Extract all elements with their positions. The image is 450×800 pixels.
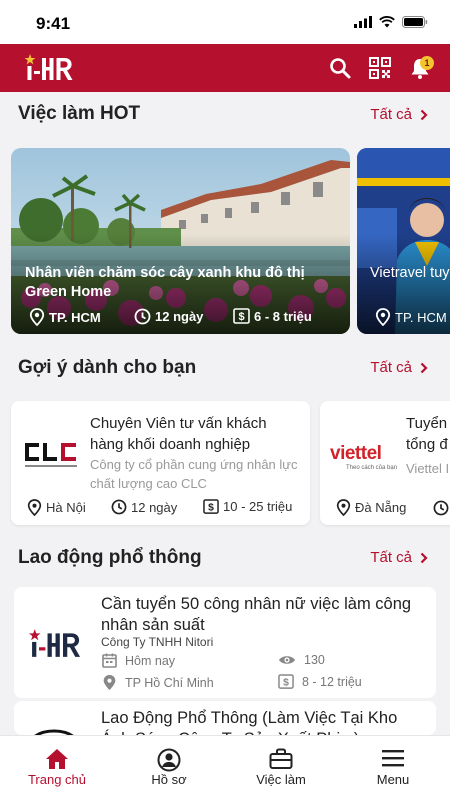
hot-job-card[interactable]: Nhân viên chăm sóc cây xanh khu đô thị G… xyxy=(11,148,350,334)
app-header xyxy=(0,44,450,92)
menu-icon xyxy=(382,750,404,767)
job-title: Nhân viên chăm sóc cây xanh khu đô thị G… xyxy=(25,265,305,300)
ihr-logo[interactable] xyxy=(24,52,74,82)
location-pin-icon xyxy=(336,499,351,516)
clock-icon xyxy=(134,308,151,325)
job-location-text: Đà Nẵng xyxy=(355,500,407,515)
labor-job-card[interactable]: Lao Động Phổ Thông (Làm Việc Tại Kho Ánh… xyxy=(14,701,436,735)
job-salary: $ 6 - 8 triệu xyxy=(233,308,312,324)
hot-section-title: Việc làm HOT xyxy=(18,103,141,124)
company-logo-clc xyxy=(23,441,79,467)
job-title: Lao Động Phổ Thông (Làm Việc Tại Kho Ánh… xyxy=(101,709,398,735)
job-title: Tuyển tổng đ xyxy=(406,415,448,453)
company-name: Công Ty TNHH Nitori xyxy=(101,635,214,649)
nav-home[interactable]: Trang chủ xyxy=(12,736,102,800)
svg-text:$: $ xyxy=(208,502,214,513)
job-deadline-text: 12 ngày xyxy=(131,499,178,515)
nav-menu-label: Menu xyxy=(376,772,410,787)
job-salary: $ 10 - 25 triệu xyxy=(203,499,292,514)
company-logo-viettel-tagline: Theo cách của bạn xyxy=(346,465,398,471)
labor-see-all-label: Tất cả xyxy=(370,549,412,566)
status-time: 9:41 xyxy=(36,14,71,33)
nav-profile-label: Hồ sơ xyxy=(151,772,187,787)
labor-see-all-link[interactable]: Tất cả xyxy=(370,549,428,566)
company-name: Công ty cổ phần cung ứng nhân lực chất l… xyxy=(90,457,298,491)
nav-menu[interactable]: Menu xyxy=(348,736,438,800)
job-posted-text: Hôm nay xyxy=(125,653,176,668)
briefcase-icon xyxy=(269,748,293,769)
chevron-right-icon xyxy=(420,552,428,563)
job-deadline: 12 ngày xyxy=(111,499,177,515)
location-pin-icon xyxy=(375,308,391,326)
company-name: Viettel I xyxy=(406,461,450,476)
job-salary: $ 8 - 12 triệu xyxy=(278,674,362,689)
location-pin-icon xyxy=(29,308,45,326)
suggest-section-title: Gợi ý dành cho bạn xyxy=(18,357,197,378)
job-title: Chuyên Viên tư vấn khách hàng khối doanh… xyxy=(90,415,267,453)
job-location: Hà Nội xyxy=(27,499,86,516)
eye-icon xyxy=(279,656,295,664)
job-location-text: TP. HCM xyxy=(49,309,101,325)
labor-section-title: Lao động phổ thông xyxy=(18,547,202,568)
clock-icon xyxy=(111,499,127,515)
suggest-see-all-link[interactable]: Tất cả xyxy=(370,359,428,376)
wifi-icon xyxy=(379,16,395,28)
company-logo-viettel: viettel Theo cách của bạn xyxy=(330,443,398,471)
labor-job-card[interactable]: Cần tuyển 50 công nhân nữ việc làm công … xyxy=(14,587,436,698)
job-salary-text: 6 - 8 triệu xyxy=(254,308,312,324)
job-location: TP. HCM xyxy=(375,308,447,326)
money-icon: $ xyxy=(233,308,250,324)
status-bar: 9:41 xyxy=(0,0,450,44)
location-pin-icon xyxy=(27,499,42,516)
job-posted: Hôm nay xyxy=(102,653,175,668)
job-deadline-text: 12 ngày xyxy=(155,309,204,324)
job-salary-text: 8 - 12 triệu xyxy=(302,674,362,689)
job-views-text: 130 xyxy=(304,653,325,667)
search-icon[interactable] xyxy=(328,56,352,80)
battery-icon xyxy=(402,16,428,28)
job-location: TP. HCM xyxy=(29,308,101,326)
qr-code-icon[interactable] xyxy=(368,56,392,80)
location-pin-icon xyxy=(103,675,116,690)
home-icon xyxy=(46,749,68,769)
company-logo-ihr xyxy=(28,629,81,657)
job-title: Vietravel tuyển dụng nhân viên hỗ trợ th… xyxy=(370,265,450,281)
suggested-job-card[interactable]: viettel Theo cách của bạn Tuyển tổng đ V… xyxy=(320,401,450,525)
suggest-see-all-label: Tất cả xyxy=(370,359,412,376)
nav-profile[interactable]: Hồ sơ xyxy=(124,736,214,800)
svg-text:$: $ xyxy=(283,677,289,688)
nav-jobs-label: Việc làm xyxy=(256,772,306,787)
profile-icon xyxy=(157,748,181,772)
calendar-icon xyxy=(102,653,117,668)
money-icon: $ xyxy=(203,499,219,514)
job-deadline: 12 ngày xyxy=(134,308,203,325)
job-title: Cần tuyển 50 công nhân nữ việc làm công … xyxy=(101,595,412,634)
status-icons xyxy=(354,16,428,28)
job-location: Đà Nẵng xyxy=(336,499,406,516)
job-location-text: TP. HCM xyxy=(395,309,447,325)
signal-icon xyxy=(354,16,372,28)
hot-see-all-link[interactable]: Tất cả xyxy=(370,106,428,123)
money-icon: $ xyxy=(278,674,294,689)
nav-home-label: Trang chủ xyxy=(27,772,87,787)
job-location-text: Hà Nội xyxy=(46,500,86,515)
clock-icon xyxy=(433,500,449,516)
chevron-right-icon xyxy=(420,362,428,373)
chevron-right-icon xyxy=(420,109,428,120)
notification-badge: 1 xyxy=(420,56,434,70)
job-location: TP Hồ Chí Minh xyxy=(102,674,214,691)
job-views: 130 xyxy=(278,653,325,667)
hot-see-all-label: Tất cả xyxy=(370,106,412,123)
nav-jobs[interactable]: Việc làm xyxy=(236,736,326,800)
company-logo-viettel-wordmark: viettel xyxy=(330,443,382,464)
suggested-job-card[interactable]: Chuyên Viên tư vấn khách hàng khối doanh… xyxy=(11,401,310,525)
job-salary-text: 10 - 25 triệu xyxy=(223,499,293,514)
bottom-navigation: Trang chủ Hồ sơ Việc làm Menu xyxy=(0,735,450,800)
job-location-text: TP Hồ Chí Minh xyxy=(125,675,214,690)
svg-text:$: $ xyxy=(238,311,244,323)
hot-job-card[interactable]: Vietravel tuyển dụng nhân viên hỗ trợ th… xyxy=(357,148,450,334)
